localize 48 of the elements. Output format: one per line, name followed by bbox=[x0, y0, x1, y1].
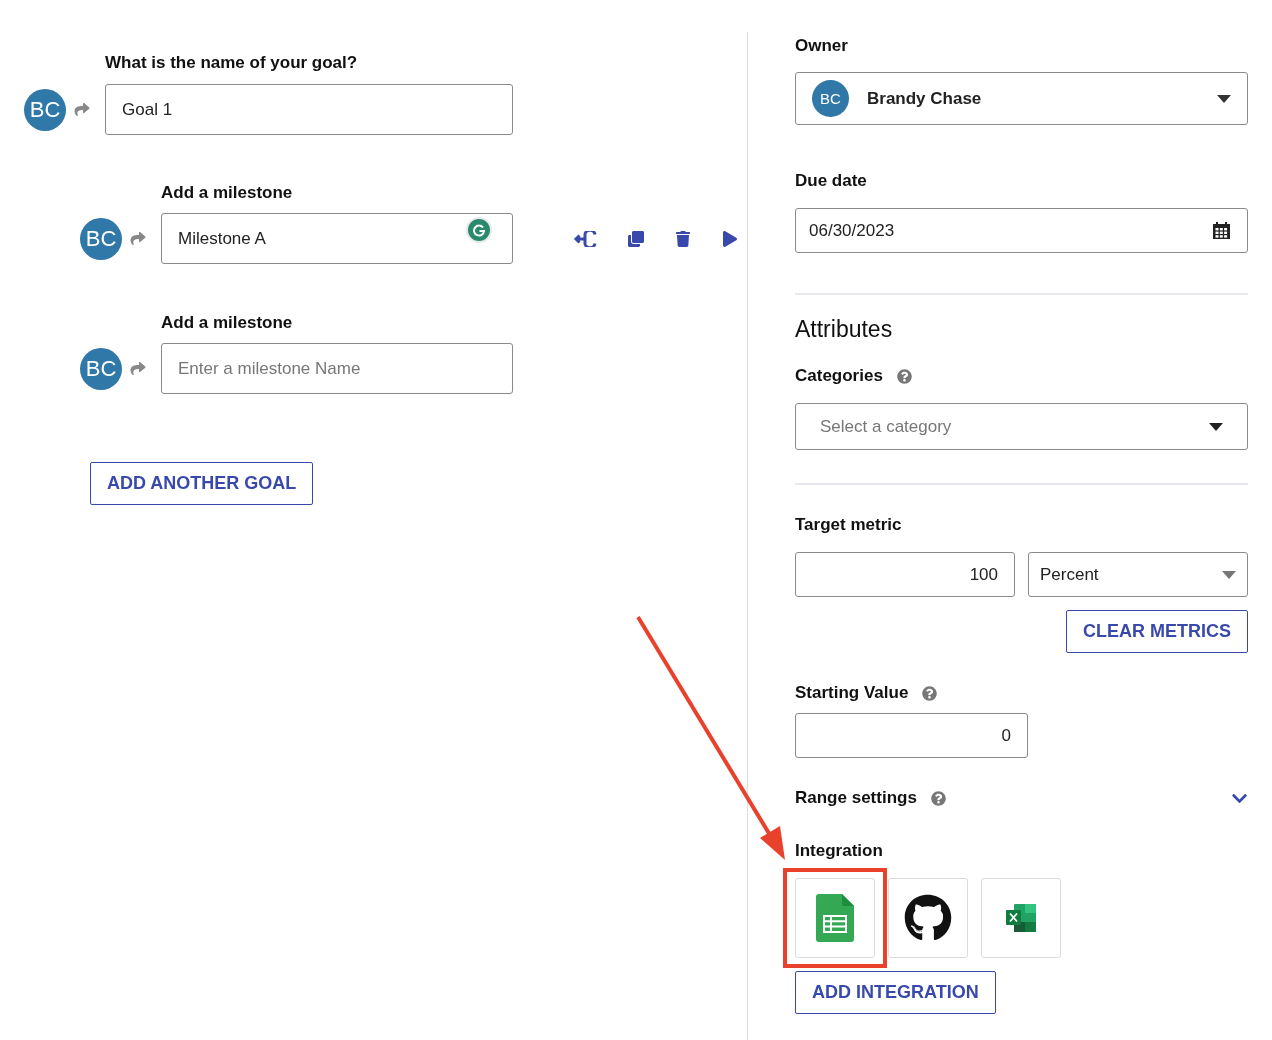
add-integration-button[interactable]: ADD INTEGRATION bbox=[795, 971, 996, 1014]
help-icon[interactable] bbox=[896, 368, 912, 384]
share-arrow-icon bbox=[129, 231, 147, 246]
field-label: Starting Value bbox=[795, 683, 909, 703]
add-goal-button[interactable]: ADD ANOTHER GOAL bbox=[90, 462, 314, 505]
milestone-name-field[interactable]: Milestone A bbox=[161, 213, 513, 264]
category-dropdown[interactable]: Select a category bbox=[795, 403, 1248, 450]
caret-icon bbox=[1217, 94, 1231, 103]
integration-tile[interactable] bbox=[888, 878, 968, 958]
field-label: Due date bbox=[795, 171, 868, 191]
field-label: Integration bbox=[795, 841, 884, 861]
grammar-check-icon[interactable] bbox=[466, 217, 492, 243]
goal-name-field[interactable]: Goal 1 bbox=[105, 84, 513, 135]
owner-dropdown[interactable]: BC Brandy Chase bbox=[795, 72, 1248, 125]
help-icon[interactable] bbox=[930, 790, 946, 806]
share-arrow-icon bbox=[73, 102, 91, 117]
copy-icon[interactable] bbox=[628, 230, 644, 247]
calendar-icon[interactable] bbox=[1213, 222, 1230, 239]
octocat-icon bbox=[904, 894, 952, 942]
clear-metrics-button[interactable]: CLEAR METRICS bbox=[1066, 610, 1248, 653]
integration-tile[interactable] bbox=[795, 878, 875, 958]
trash-icon[interactable] bbox=[675, 230, 691, 247]
field-label: Add a milestone bbox=[161, 313, 294, 333]
caret-icon bbox=[1222, 570, 1236, 579]
milestone-name-field[interactable]: Enter a milestone Name bbox=[161, 343, 513, 394]
branch-arrow-icon[interactable] bbox=[573, 230, 597, 247]
field-label: Categories bbox=[795, 366, 883, 386]
due-date-field[interactable]: 06/30/2023 bbox=[795, 208, 1248, 253]
section-heading: Attributes bbox=[795, 316, 894, 342]
integration-tile[interactable] bbox=[981, 878, 1061, 958]
field-label: Target metric bbox=[795, 515, 903, 535]
target-value-field[interactable]: 100 bbox=[795, 552, 1015, 597]
user-avatar: BC bbox=[24, 88, 66, 131]
field-label: Range settings bbox=[795, 788, 917, 808]
user-avatar: BC bbox=[812, 80, 849, 117]
spreadsheet-x-icon bbox=[1006, 904, 1036, 932]
share-arrow-icon bbox=[129, 361, 147, 376]
user-avatar: BC bbox=[80, 347, 122, 390]
help-icon[interactable] bbox=[922, 685, 938, 701]
field-label: What is the name of your goal? bbox=[105, 53, 359, 73]
field-label: Owner bbox=[795, 36, 849, 56]
spreadsheet-document-icon bbox=[816, 894, 854, 942]
play-icon[interactable] bbox=[722, 230, 738, 247]
starting-value-field[interactable]: 0 bbox=[795, 713, 1028, 758]
unit-dropdown[interactable]: Percent bbox=[1028, 552, 1248, 597]
user-avatar: BC bbox=[80, 217, 122, 260]
caret-icon bbox=[1209, 422, 1223, 431]
field-label: Add a milestone bbox=[161, 183, 294, 203]
